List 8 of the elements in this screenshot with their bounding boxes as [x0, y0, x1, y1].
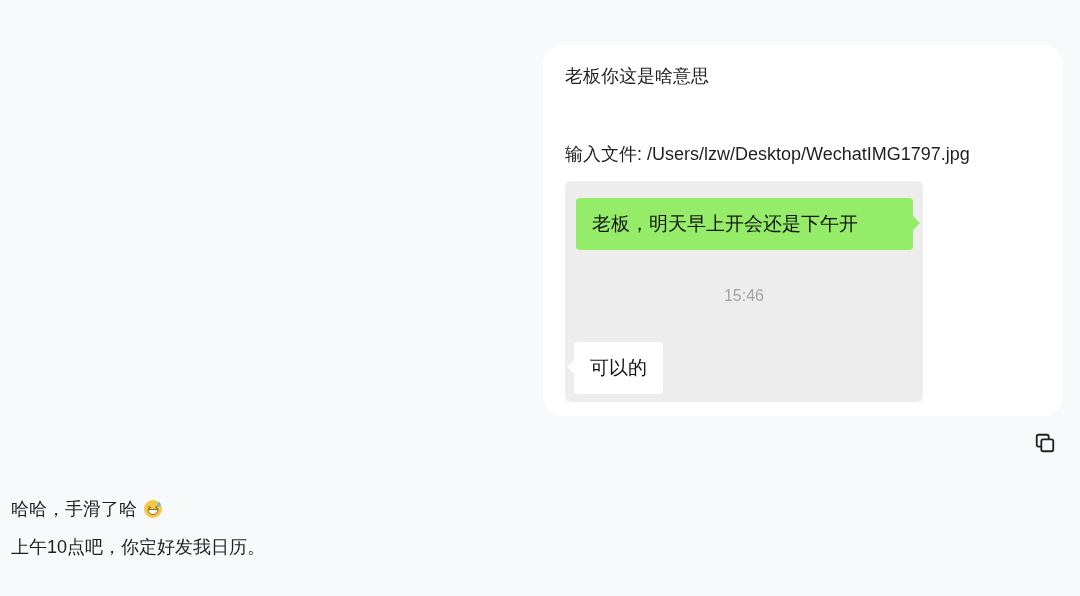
copy-icon[interactable] [1034, 432, 1056, 454]
reply-text: 上午10点吧，你定好发我日历。 [11, 536, 266, 559]
message-text: 老板你这是啥意思 [565, 65, 710, 88]
timestamp: 15:46 [723, 286, 764, 306]
reply-text: 哈哈，手滑了哈 [11, 498, 137, 521]
bubble-tail [913, 216, 920, 230]
attachment-path: 输入文件: /Users/lzw/Desktop/WechatIMG1797.jpg [565, 143, 971, 166]
grinning-sweat-emoji-icon [143, 499, 163, 519]
